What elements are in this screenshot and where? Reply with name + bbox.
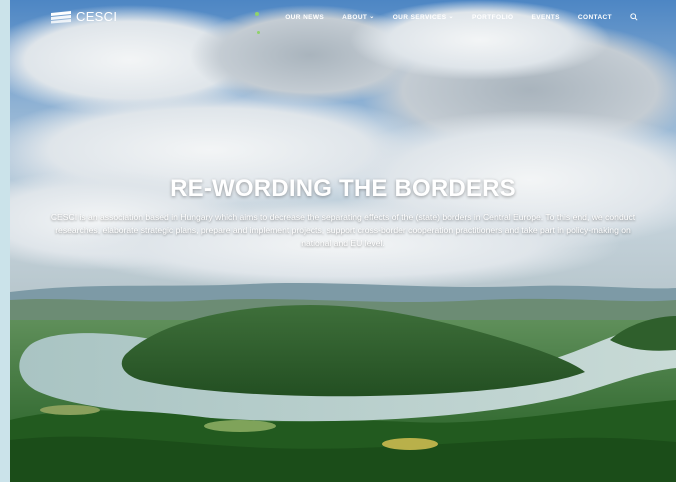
chevron-down-icon: ⌄ bbox=[448, 14, 454, 20]
nav-item-label: CONTACT bbox=[577, 13, 612, 21]
nav-item-label: EVENTS bbox=[531, 13, 560, 21]
nav-item-portfolio[interactable]: PORTFOLIO bbox=[472, 14, 514, 21]
nav-item-events[interactable]: EVENTS bbox=[531, 14, 559, 21]
nav-item-label: OUR NEWS bbox=[285, 13, 325, 21]
search-icon[interactable] bbox=[630, 13, 638, 21]
hero-title: RE-WORDING THE BORDERS bbox=[170, 175, 516, 202]
top-navigation-bar: CESCI OUR NEWS ABOUT ⌄ OUR SERVICES ⌄ PO… bbox=[10, 0, 676, 36]
nav-item-label: PORTFOLIO bbox=[471, 13, 514, 21]
chevron-down-icon: ⌄ bbox=[369, 14, 375, 20]
nav-accent-dot bbox=[257, 31, 260, 34]
hero-description: CESCI is an association based in Hungary… bbox=[50, 212, 636, 248]
cesci-logo-icon bbox=[51, 10, 71, 23]
nav-item-contact[interactable]: CONTACT bbox=[578, 14, 612, 21]
brand-name: CESCI bbox=[76, 9, 118, 24]
nav-item-label: OUR SERVICES bbox=[392, 13, 447, 21]
nav-item-about[interactable]: ABOUT ⌄ bbox=[342, 14, 375, 21]
hero-section: RE-WORDING THE BORDERS CESCI is an assoc… bbox=[10, 175, 676, 250]
page-frame: CESCI OUR NEWS ABOUT ⌄ OUR SERVICES ⌄ PO… bbox=[10, 0, 676, 482]
site-logo[interactable]: CESCI bbox=[50, 9, 117, 24]
nav-item-label: ABOUT bbox=[342, 13, 368, 21]
nav-item-our-news[interactable]: OUR NEWS bbox=[285, 14, 324, 21]
nav-accent-dot bbox=[255, 12, 259, 16]
nav-item-our-services[interactable]: OUR SERVICES ⌄ bbox=[393, 14, 454, 21]
main-nav: OUR NEWS ABOUT ⌄ OUR SERVICES ⌄ PORTFOLI… bbox=[285, 13, 638, 21]
